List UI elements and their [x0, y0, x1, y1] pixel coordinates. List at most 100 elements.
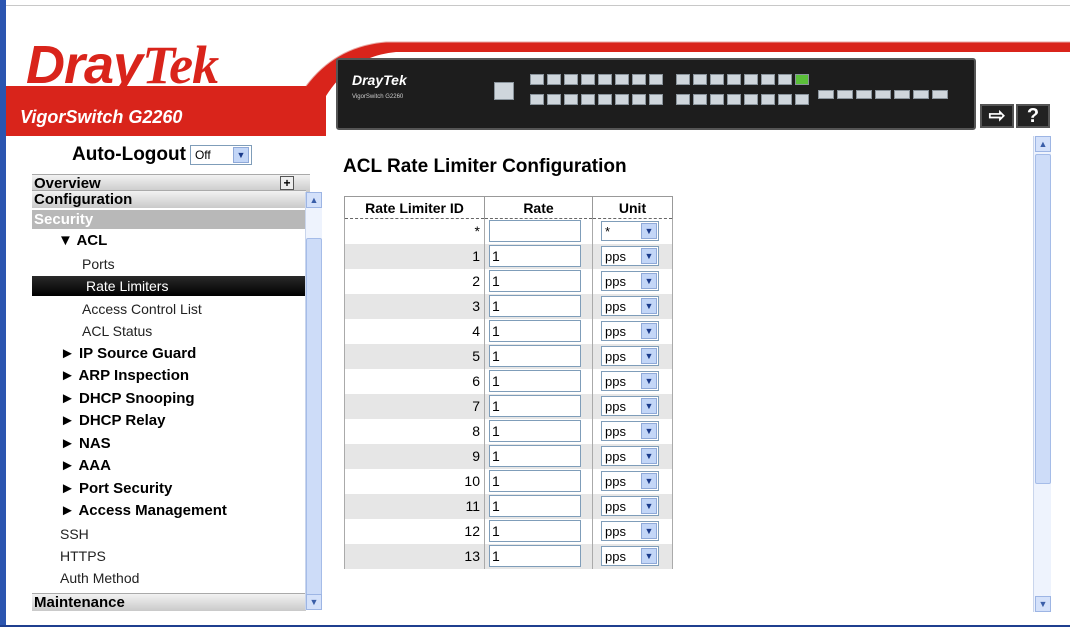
- table-row: 5 1 pps ▼: [344, 343, 673, 369]
- rate-input[interactable]: 1: [489, 545, 581, 567]
- rate-input[interactable]: 1: [489, 245, 581, 267]
- main-scrollbar[interactable]: ▲ ▼: [1033, 136, 1051, 612]
- rate-input[interactable]: 1: [489, 495, 581, 517]
- table-row: 6 1 pps ▼: [344, 368, 673, 394]
- menu-port-security[interactable]: ► Port Security: [60, 480, 172, 497]
- table-row: * * ▼: [344, 218, 673, 244]
- unit-value: pps: [605, 248, 626, 264]
- chevron-down-icon: ▼: [641, 373, 657, 389]
- rate-cell: 1: [484, 518, 593, 544]
- rate-cell: 1: [484, 418, 593, 444]
- unit-value: pps: [605, 373, 626, 389]
- menu-maintenance[interactable]: Maintenance: [32, 593, 306, 611]
- chevron-down-icon: ▼: [641, 448, 657, 464]
- menu-arp-inspection[interactable]: ► ARP Inspection: [60, 367, 189, 384]
- unit-select[interactable]: pps ▼: [601, 446, 659, 466]
- unit-value: pps: [605, 523, 626, 539]
- plus-icon[interactable]: +: [280, 176, 294, 190]
- table-row: 4 1 pps ▼: [344, 318, 673, 344]
- rate-input[interactable]: 1: [489, 395, 581, 417]
- menu-auth-method[interactable]: Auth Method: [60, 570, 139, 586]
- unit-select[interactable]: pps ▼: [601, 246, 659, 266]
- menu-acl-status[interactable]: ACL Status: [82, 323, 152, 339]
- main-scroll-thumb[interactable]: [1035, 154, 1051, 484]
- menu-rate-limiters[interactable]: Rate Limiters: [32, 276, 306, 296]
- chevron-down-icon: ▼: [641, 348, 657, 364]
- chevron-down-icon: ▼: [641, 223, 657, 240]
- rate-input[interactable]: 1: [489, 445, 581, 467]
- unit-select[interactable]: pps ▼: [601, 521, 659, 541]
- port-row-bottom-b: [676, 94, 809, 105]
- logo-dray-text: Dray: [26, 35, 143, 95]
- menu-dhcp-snooping[interactable]: ► DHCP Snooping: [60, 390, 195, 407]
- rate-input[interactable]: 1: [489, 345, 581, 367]
- rate-input[interactable]: [489, 220, 581, 243]
- rate-limiter-id: 8: [344, 418, 485, 444]
- chevron-down-icon: ▼: [641, 423, 657, 439]
- logout-arrow-icon[interactable]: ⇨: [980, 104, 1014, 128]
- rate-cell: 1: [484, 293, 593, 319]
- unit-select[interactable]: pps ▼: [601, 371, 659, 391]
- unit-select[interactable]: pps ▼: [601, 421, 659, 441]
- menu-acl[interactable]: ▼ ACL: [58, 232, 107, 249]
- menu-access-management[interactable]: ► Access Management: [60, 502, 227, 519]
- menu-nas[interactable]: ► NAS: [60, 435, 111, 452]
- menu-ssh[interactable]: SSH: [60, 526, 89, 542]
- rate-input[interactable]: 1: [489, 295, 581, 317]
- rate-input[interactable]: 1: [489, 470, 581, 492]
- menu-access-control-list[interactable]: Access Control List: [82, 301, 202, 317]
- unit-select[interactable]: pps ▼: [601, 321, 659, 341]
- unit-select[interactable]: pps ▼: [601, 346, 659, 366]
- rate-input[interactable]: 1: [489, 520, 581, 542]
- menu-configuration[interactable]: Configuration: [32, 190, 306, 208]
- autologout-label: Auto-Logout: [72, 144, 186, 165]
- rate-limiter-id: 6: [344, 368, 485, 394]
- unit-select[interactable]: pps ▼: [601, 271, 659, 291]
- unit-value: pps: [605, 273, 626, 289]
- table-row: 11 1 pps ▼: [344, 493, 673, 519]
- chevron-down-icon: ▼: [641, 523, 657, 539]
- table-row: 3 1 pps ▼: [344, 293, 673, 319]
- rate-input[interactable]: 1: [489, 270, 581, 292]
- menu-security[interactable]: Security: [32, 210, 306, 229]
- menu-ports[interactable]: Ports: [82, 256, 115, 272]
- table-body: * * ▼ 1 1 pps ▼ 2 1 pps ▼ 3 1 pps ▼ 4 1 pps ▼ 5 1 pps ▼ 6 1 pps ▼ 7…: [344, 218, 673, 569]
- unit-select[interactable]: pps ▼: [601, 471, 659, 491]
- rate-input[interactable]: 1: [489, 420, 581, 442]
- unit-select[interactable]: * ▼: [601, 221, 659, 242]
- rate-limiter-id: 4: [344, 318, 485, 344]
- port-row-bottom-a: [530, 94, 663, 105]
- page-title: ACL Rate Limiter Configuration: [343, 156, 627, 177]
- unit-select[interactable]: pps ▼: [601, 546, 659, 566]
- rate-limiter-id: 3: [344, 293, 485, 319]
- table-row: 7 1 pps ▼: [344, 393, 673, 419]
- col-header-id: Rate Limiter ID: [344, 196, 485, 219]
- app-window: DrayTek VigorSwitch G2260 DrayTek VigorS…: [0, 0, 1070, 644]
- menu-https[interactable]: HTTPS: [60, 548, 106, 564]
- unit-value: pps: [605, 448, 626, 464]
- unit-select[interactable]: pps ▼: [601, 396, 659, 416]
- unit-value: pps: [605, 398, 626, 414]
- port-row-top-a: [530, 74, 663, 85]
- unit-cell: pps ▼: [592, 368, 673, 394]
- scroll-up-icon[interactable]: ▲: [1035, 136, 1051, 152]
- port-row-top-b: [676, 74, 809, 85]
- rate-limiter-id: 12: [344, 518, 485, 544]
- rate-input[interactable]: 1: [489, 370, 581, 392]
- rate-cell: 1: [484, 493, 593, 519]
- unit-cell: * ▼: [592, 218, 673, 244]
- rate-cell: [484, 218, 593, 244]
- menu-aaa[interactable]: ► AAA: [60, 457, 111, 474]
- rate-input[interactable]: 1: [489, 320, 581, 342]
- menu-dhcp-relay[interactable]: ► DHCP Relay: [60, 412, 165, 429]
- model-name: VigorSwitch G2260: [20, 107, 183, 127]
- unit-select[interactable]: pps ▼: [601, 296, 659, 316]
- scroll-down-icon[interactable]: ▼: [1035, 596, 1051, 612]
- autologout-select[interactable]: Off ▼: [189, 145, 252, 165]
- unit-select[interactable]: pps ▼: [601, 496, 659, 516]
- rate-cell: 1: [484, 343, 593, 369]
- help-button[interactable]: ?: [1016, 104, 1050, 128]
- table-row: 12 1 pps ▼: [344, 518, 673, 544]
- menu-ip-source-guard[interactable]: ► IP Source Guard: [60, 345, 196, 362]
- unit-value: pps: [605, 498, 626, 514]
